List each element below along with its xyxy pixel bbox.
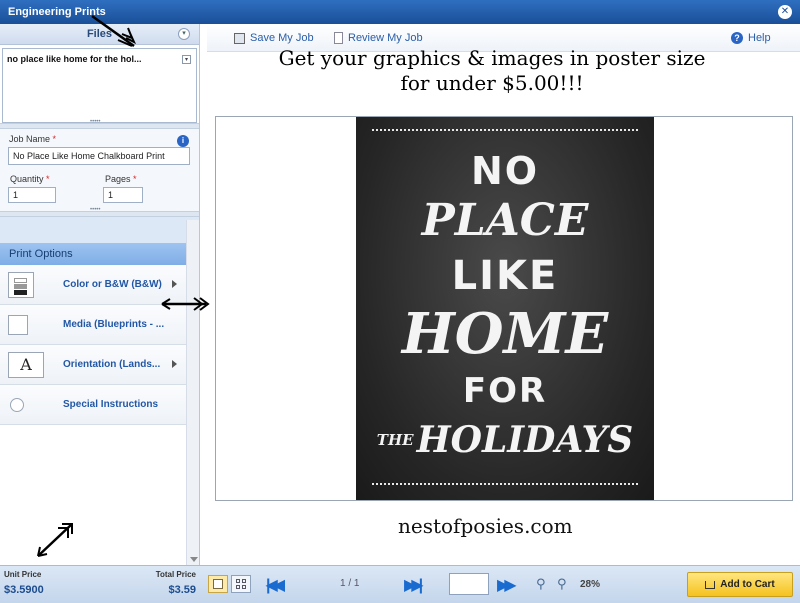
promo-text: Get your graphics & images in poster siz… (278, 46, 706, 95)
unit-price-value: $3.5900 (4, 584, 44, 596)
grid-view-button[interactable] (231, 575, 251, 593)
page-number-input[interactable] (449, 573, 489, 595)
job-details: Job Name * i Quantity * Pages * (0, 129, 199, 211)
left-panel: Files ▾ no place like home for the hol..… (0, 24, 200, 565)
file-dropdown-icon[interactable]: ▾ (182, 55, 191, 64)
chevron-down-icon[interactable]: ▾ (178, 28, 190, 40)
grid-icon (236, 579, 240, 583)
poster-line: NO (470, 149, 540, 193)
arrow-annotation-icon (91, 14, 137, 48)
save-job-button[interactable]: Save My Job (234, 32, 314, 44)
pages-input[interactable] (103, 187, 143, 203)
watermark-text: nestofposies.com (398, 514, 573, 538)
job-name-label: Job Name * (9, 134, 57, 144)
total-price-label: Total Price (155, 570, 196, 579)
help-button[interactable]: ? Help (731, 32, 771, 44)
option-label: Orientation (Lands... (63, 359, 161, 370)
zoom-out-icon[interactable]: ⚲ (536, 576, 546, 592)
vertical-scrollbar[interactable] (186, 220, 199, 565)
last-page-icon[interactable]: ▶▶| (404, 575, 423, 595)
save-icon (234, 32, 245, 44)
quantity-label: Quantity * (10, 174, 50, 184)
review-job-button[interactable]: Review My Job (334, 32, 423, 44)
poster-border-bottom (372, 483, 638, 487)
document-icon (334, 32, 343, 44)
print-options-header: Print Options (0, 243, 186, 265)
poster-border-top (372, 129, 638, 133)
pricing-area: Unit Price Total Price $3.5900 $3.59 (0, 566, 200, 603)
close-icon[interactable]: ✕ (778, 5, 792, 19)
zoom-in-icon[interactable]: ⚲ (557, 576, 567, 592)
poster-line: LIKE (451, 253, 559, 299)
poster-line: THE (376, 431, 414, 449)
job-name-input[interactable] (8, 147, 190, 165)
poster-line: HOLIDAYS (416, 419, 634, 461)
chevron-right-icon (172, 360, 177, 368)
go-page-icon[interactable]: ▶▶ (497, 575, 516, 595)
quantity-input[interactable] (8, 187, 56, 203)
total-price-value: $3.59 (168, 584, 196, 596)
orientation-icon: A (8, 351, 44, 378)
option-label: Color or B&W (B&W) (63, 279, 162, 290)
poster-line: PLACE (421, 195, 589, 246)
arrow-annotation-icon (37, 523, 73, 557)
option-color[interactable]: Color or B&W (B&W) (0, 265, 186, 305)
zoom-level: 28% (580, 579, 601, 590)
spacer-band (0, 217, 199, 243)
file-list[interactable]: no place like home for the hol... ▾ (2, 48, 197, 123)
option-label: Media (Blueprints - ... (63, 319, 165, 330)
poster-image: NO PLACE LIKE HOME FOR THE HOLIDAYS (356, 117, 654, 500)
arrow-annotation-icon (161, 297, 210, 311)
option-special-instructions[interactable]: Special Instructions (0, 385, 186, 425)
info-icon[interactable]: i (177, 135, 189, 147)
panel-splitter[interactable] (0, 207, 199, 217)
preview-canvas[interactable]: NO PLACE LIKE HOME FOR THE HOLIDAYS (215, 116, 793, 501)
chevron-right-icon (172, 280, 177, 288)
option-orientation[interactable]: A Orientation (Lands... (0, 345, 186, 385)
page-indicator: 1 / 1 (340, 578, 360, 589)
bottom-bar: Unit Price Total Price $3.5900 $3.59 |◀◀… (0, 565, 800, 603)
single-page-view-button[interactable] (208, 575, 228, 593)
media-icon (8, 314, 28, 335)
radio-icon[interactable] (10, 397, 24, 412)
scroll-down-icon[interactable] (190, 557, 198, 562)
help-icon: ? (731, 32, 743, 44)
poster-line: FOR (462, 371, 548, 411)
add-to-cart-button[interactable]: Add to Cart (687, 572, 793, 597)
poster-bottom-line: THE HOLIDAYS (368, 419, 642, 461)
option-label: Special Instructions (63, 399, 159, 410)
preview-panel: Save My Job Review My Job ? Help Get you… (207, 24, 800, 565)
first-page-icon[interactable]: |◀◀ (266, 575, 285, 595)
color-swatch-icon (8, 271, 34, 298)
unit-price-label: Unit Price (4, 570, 42, 579)
page-icon (213, 579, 223, 589)
poster-line: HOME (401, 301, 609, 367)
option-media[interactable]: Media (Blueprints - ... (0, 305, 186, 345)
cart-icon (705, 580, 716, 589)
pages-label: Pages * (105, 174, 137, 184)
file-item[interactable]: no place like home for the hol... (7, 54, 192, 64)
